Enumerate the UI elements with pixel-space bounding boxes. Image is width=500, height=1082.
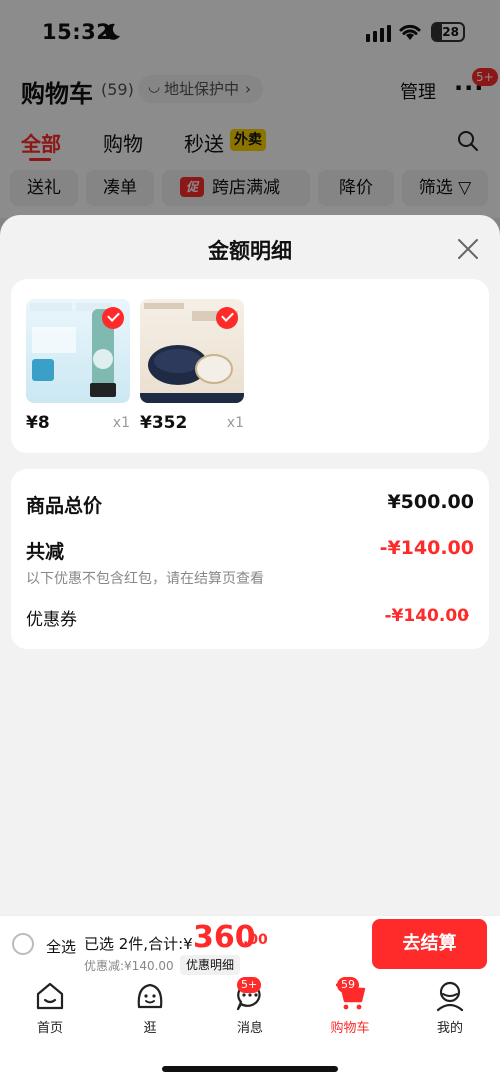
summary-card: 商品总价 ¥500.00 共减 -¥140.00 以下优惠不包含红包，请在结算页… xyxy=(11,469,489,649)
nav-item-cart[interactable]: 59 购物车 xyxy=(315,977,385,1036)
selected-check-icon xyxy=(216,307,238,329)
checkout-bar: 全选 已选 2件,合计:¥ 360 .00 优惠减:¥140.00 优惠明细 去… xyxy=(0,915,500,975)
product-thumbnail[interactable] xyxy=(26,299,130,403)
nav-item-messages[interactable]: 5+ 消息 xyxy=(215,977,285,1036)
discount-detail-button[interactable]: 优惠明细 xyxy=(180,955,241,975)
product-price: ¥352 xyxy=(140,413,188,433)
amount-detail-sheet: 金额明细 ¥8 x1 ¥352 x1 商品总价 ¥500.00 共减 -¥140… xyxy=(0,215,500,915)
selected-summary: 已选 2件,合计:¥ xyxy=(84,935,193,953)
nav-label: 消息 xyxy=(236,1021,263,1036)
nav-item-profile[interactable]: 我的 xyxy=(415,979,485,1036)
nav-label: 逛 xyxy=(143,1021,157,1036)
cart-badge: 59 xyxy=(337,977,359,993)
chevron-down-icon[interactable]: ⌄ xyxy=(460,606,472,622)
select-all-label[interactable]: 全选 xyxy=(46,936,76,957)
nav-label: 购物车 xyxy=(330,1021,370,1036)
checkout-button[interactable]: 去结算 xyxy=(372,919,487,969)
nav-label: 首页 xyxy=(36,1021,63,1036)
messages-badge: 5+ xyxy=(237,977,262,993)
explore-icon xyxy=(137,983,163,1009)
reduce-label: 共减 xyxy=(26,541,65,563)
product-thumbnail[interactable] xyxy=(140,299,244,403)
close-icon[interactable] xyxy=(454,235,482,263)
profile-icon xyxy=(436,981,464,1012)
product-item[interactable]: ¥8 x1 xyxy=(26,299,130,435)
nav-label: 我的 xyxy=(436,1021,463,1036)
coupon-value[interactable]: -¥140.00 xyxy=(385,606,470,626)
discount-amount: 优惠减:¥140.00 xyxy=(84,959,174,973)
product-price: ¥8 xyxy=(26,413,50,433)
select-all-radio[interactable] xyxy=(12,933,34,955)
home-icon xyxy=(36,982,64,1010)
total-cents: .00 xyxy=(243,932,268,948)
sheet-title: 金额明细 xyxy=(208,239,292,263)
coupon-label[interactable]: 优惠券 xyxy=(26,605,77,630)
nav-item-explore[interactable]: 逛 xyxy=(115,979,185,1036)
product-qty: x1 xyxy=(112,415,130,431)
discount-note: 以下优惠不包含红包，请在结算页查看 xyxy=(26,571,264,587)
items-card: ¥8 x1 ¥352 x1 xyxy=(11,279,489,453)
reduce-value: -¥140.00 xyxy=(379,537,474,559)
total-label: 商品总价 xyxy=(26,495,103,517)
total-value: ¥500.00 xyxy=(387,491,474,513)
home-indicator xyxy=(162,1066,338,1072)
selected-check-icon xyxy=(102,307,124,329)
nav-item-home[interactable]: 首页 xyxy=(15,979,85,1036)
product-qty: x1 xyxy=(226,415,244,431)
product-item[interactable]: ¥352 x1 xyxy=(140,299,244,435)
